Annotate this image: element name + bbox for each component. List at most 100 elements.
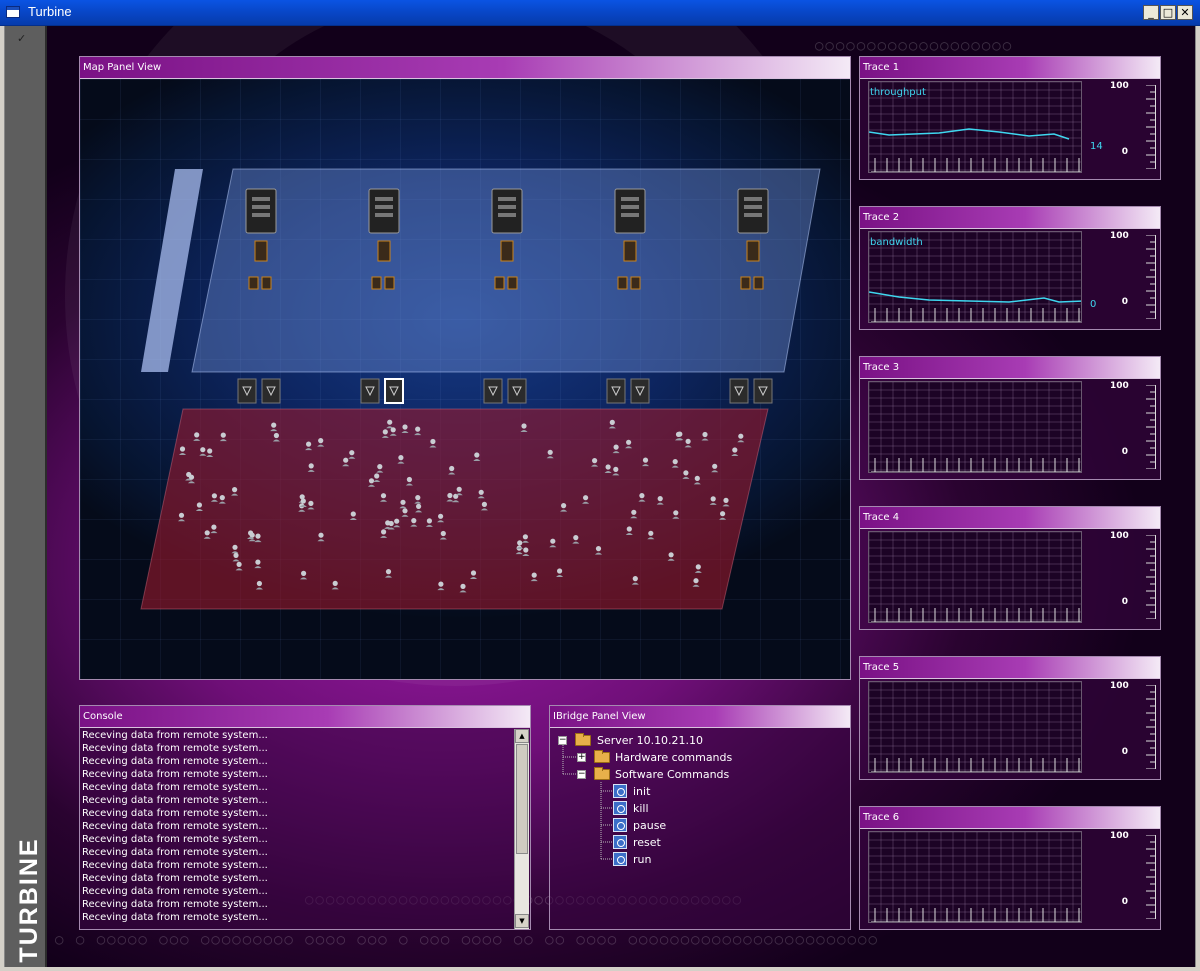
client-node <box>188 474 195 480</box>
client-node <box>605 464 611 470</box>
client-node <box>200 447 206 453</box>
process-icon <box>623 240 637 262</box>
trace-ruler <box>1146 235 1156 319</box>
server-slot <box>621 205 639 209</box>
window-title: Turbine <box>28 4 72 19</box>
client-node <box>550 538 556 544</box>
scroll-thumb[interactable] <box>516 744 528 854</box>
tree-node-command-init[interactable]: init <box>556 783 846 800</box>
client-node <box>557 568 563 574</box>
client-node <box>470 570 477 576</box>
collapse-toggle[interactable]: − <box>577 770 586 779</box>
process-icon <box>377 240 391 262</box>
tree-node-command-reset[interactable]: reset <box>556 834 846 851</box>
server-slot <box>744 213 762 217</box>
trace-max-label: 100 <box>1110 531 1129 541</box>
minimize-button[interactable]: _ <box>1143 5 1159 20</box>
console-line: Receving data from remote system... <box>82 782 268 793</box>
command-icon <box>613 852 627 866</box>
collapse-toggle[interactable]: − <box>558 736 567 745</box>
window-titlebar[interactable]: Turbine _ □ ✕ <box>0 0 1200 26</box>
scroll-down-button[interactable]: ▼ <box>515 914 529 928</box>
expand-toggle[interactable]: + <box>577 753 586 762</box>
client-node <box>695 564 701 570</box>
trace-current-value: 0 <box>1090 299 1097 310</box>
trace-header: Trace 1 <box>860 57 1160 79</box>
trace-plot <box>869 382 1081 472</box>
tree-node-command-run[interactable]: run <box>556 851 846 868</box>
trace-ruler <box>1146 385 1156 469</box>
ibridge-header: IBridge Panel View <box>550 706 850 728</box>
trace-graph[interactable] <box>868 531 1082 623</box>
map-canvas[interactable] <box>80 79 850 679</box>
check-icon[interactable]: ✓ <box>17 32 26 45</box>
command-list: init kill pause reset run <box>556 783 846 868</box>
trace-header: Trace 2 <box>860 207 1160 229</box>
maximize-button[interactable]: □ <box>1160 5 1176 20</box>
tree-node-label: reset <box>633 836 661 849</box>
client-node <box>416 503 422 509</box>
client-node <box>385 520 391 526</box>
trace-max-label: 100 <box>1110 231 1129 241</box>
trace-ruler <box>1146 535 1156 619</box>
tree-node-command-kill[interactable]: kill <box>556 800 846 817</box>
command-icon <box>613 784 627 798</box>
client-node <box>308 463 314 469</box>
trace-graph[interactable] <box>868 381 1082 473</box>
tree-node-command-pause[interactable]: pause <box>556 817 846 834</box>
link-button <box>360 378 380 404</box>
client-node <box>677 431 683 437</box>
client-node <box>657 496 663 502</box>
console-output[interactable]: Receving data from remote system... Recev… <box>82 729 512 927</box>
server-slot <box>744 205 762 209</box>
client-node <box>720 511 726 517</box>
client-node <box>438 581 444 587</box>
ibridge-panel: IBridge Panel View − Server 10.10.21.10 … <box>549 705 851 930</box>
server-icon <box>614 188 646 234</box>
trace-max-label: 100 <box>1110 381 1129 391</box>
network-map <box>140 168 821 610</box>
client-node <box>632 576 638 582</box>
client-node <box>394 518 400 524</box>
tree-node-hardware[interactable]: + Hardware commands <box>556 749 846 766</box>
process-icon <box>494 276 505 290</box>
open-folder-icon <box>575 733 591 746</box>
command-tree: − Server 10.10.21.10 + Hardware commands… <box>556 732 846 868</box>
client-node <box>178 512 185 518</box>
scroll-up-button[interactable]: ▲ <box>515 729 529 743</box>
client-node <box>271 422 277 428</box>
trace-graph[interactable] <box>868 681 1082 773</box>
console-scrollbar[interactable]: ▲ ▼ <box>514 729 529 929</box>
process-icon <box>753 276 764 290</box>
client-node <box>350 511 356 517</box>
console-line: Receving data from remote system... <box>82 756 268 767</box>
client-node <box>478 489 484 495</box>
trace-graph[interactable] <box>868 831 1082 923</box>
client-node <box>738 433 744 439</box>
client-node <box>460 583 466 589</box>
link-button <box>753 378 773 404</box>
trace-min-label: 0 <box>1121 597 1128 607</box>
client-node <box>406 476 412 483</box>
client-node <box>573 535 579 541</box>
tree-node-software[interactable]: − Software Commands <box>556 766 846 783</box>
close-button[interactable]: ✕ <box>1177 5 1193 20</box>
client-node <box>710 496 716 502</box>
client-node <box>300 498 306 504</box>
console-line: Receving data from remote system... <box>82 912 268 923</box>
console-line: Receving data from remote system... <box>82 795 268 806</box>
console-line: Receving data from remote system... <box>82 808 268 819</box>
client-node <box>723 497 729 503</box>
client-node <box>438 513 444 519</box>
client-node <box>583 495 589 501</box>
console-line: Receving data from remote system... <box>82 730 268 741</box>
process-icon <box>740 276 751 290</box>
trace-max-label: 100 <box>1110 681 1129 691</box>
client-node <box>196 502 202 508</box>
trace-min-label: 0 <box>1121 147 1128 157</box>
server-slot <box>498 213 516 217</box>
client-node <box>381 529 387 535</box>
tree-node-server[interactable]: − Server 10.10.21.10 <box>556 732 846 749</box>
command-icon <box>613 818 627 832</box>
trace-min-label: 0 <box>1121 897 1128 907</box>
